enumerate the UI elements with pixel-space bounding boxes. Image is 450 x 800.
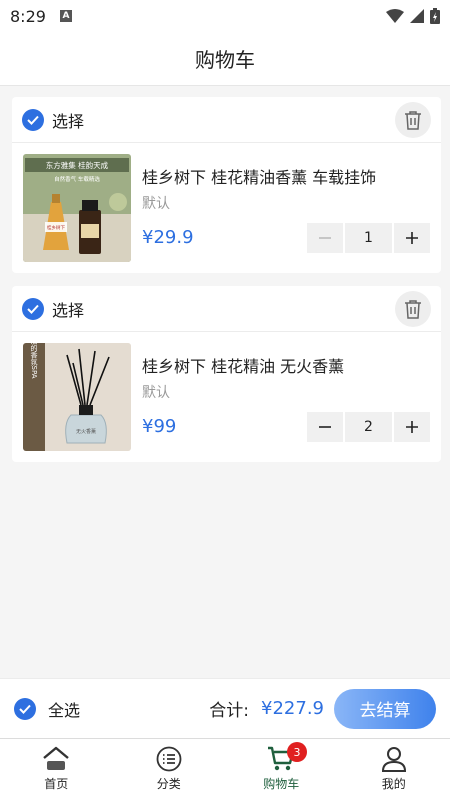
trash-icon	[405, 110, 421, 130]
tab-label: 购物车	[263, 777, 300, 791]
quantity-value[interactable]: 1	[345, 223, 392, 253]
select-checkbox[interactable]	[22, 297, 44, 320]
product-image-subcaption: 无火香薰	[76, 428, 96, 435]
minus-icon	[319, 426, 331, 428]
tab-label: 分类	[156, 777, 181, 791]
check-icon	[19, 704, 31, 714]
checkout-button[interactable]: 去结算	[334, 688, 436, 729]
select-all-checkbox[interactable]	[14, 697, 36, 720]
tab-label: 首页	[44, 777, 69, 791]
product-image[interactable]: 给生活的香氛SPA 无火香薰	[23, 343, 131, 451]
product-name[interactable]: 桂乡树下 桂花精油香薰 车载挂饰	[142, 164, 376, 188]
cart-shop-card: 选择 东方雅集 桂韵天成 自然香气 车载精选 桂乡树下 桂乡树下 桂花精油香薰 …	[12, 97, 441, 273]
quantity-stepper: 1	[307, 223, 430, 253]
tab-category[interactable]: 分类	[113, 739, 226, 800]
select-label: 选择	[52, 300, 85, 320]
product-spec: 默认	[142, 385, 170, 401]
product-image-caption: 给生活的香氛SPA	[30, 343, 38, 379]
cart-shop-card: 选择 给生活的香氛SPA 无火香薰 桂乡树下 桂花精油 无火香薰 默认 ¥99	[12, 286, 441, 462]
profile-icon	[381, 747, 406, 772]
delete-button[interactable]	[395, 101, 431, 138]
product-name[interactable]: 桂乡树下 桂花精油 无火香薰	[142, 353, 344, 377]
minus-icon	[319, 237, 331, 239]
total-value: ¥227.9	[261, 698, 324, 719]
trash-icon	[405, 299, 421, 319]
shop-header: 选择	[12, 97, 441, 143]
increase-button[interactable]	[394, 412, 430, 442]
wifi-icon	[386, 9, 404, 23]
signal-icon	[410, 9, 424, 23]
tab-home[interactable]: 首页	[0, 739, 113, 800]
page-header: 购物车	[0, 32, 450, 86]
quantity-stepper: 2	[307, 412, 430, 442]
select-checkbox[interactable]	[22, 108, 44, 131]
product-price: ¥99	[142, 416, 177, 437]
cart-item: 给生活的香氛SPA 无火香薰 桂乡树下 桂花精油 无火香薰 默认 ¥99 2	[12, 332, 441, 462]
notification-icon: A	[59, 10, 72, 22]
product-image[interactable]: 东方雅集 桂韵天成 自然香气 车载精选 桂乡树下	[23, 154, 131, 262]
select-all-label: 全选	[48, 700, 81, 720]
tab-cart[interactable]: 3 购物车	[225, 739, 338, 800]
product-spec: 默认	[142, 196, 170, 212]
cart-item: 东方雅集 桂韵天成 自然香气 车载精选 桂乡树下 桂乡树下 桂花精油香薰 车载挂…	[12, 143, 441, 273]
product-image-subcaption: 自然香气 车载精选	[54, 175, 100, 183]
plus-icon	[406, 421, 418, 433]
decrease-button[interactable]	[307, 412, 343, 442]
check-icon	[27, 115, 39, 125]
quantity-value[interactable]: 2	[345, 412, 392, 442]
category-icon	[156, 746, 182, 772]
product-price: ¥29.9	[142, 227, 194, 248]
product-image-label: 桂乡树下	[47, 224, 65, 231]
checkout-bar: 全选 合计: ¥227.9 去结算	[0, 678, 450, 738]
product-image-caption: 东方雅集 桂韵天成	[46, 160, 109, 170]
battery-icon	[430, 8, 440, 24]
status-bar: 8:29 A	[0, 0, 450, 32]
plus-icon	[406, 232, 418, 244]
tab-bar: 首页 分类 3 购物车 我的	[0, 738, 450, 800]
check-icon	[27, 304, 39, 314]
status-icons	[386, 8, 440, 24]
increase-button[interactable]	[394, 223, 430, 253]
delete-button[interactable]	[395, 290, 431, 327]
tab-label: 我的	[381, 777, 406, 791]
home-icon	[43, 746, 70, 770]
cart-badge: 3	[287, 742, 307, 762]
shop-header: 选择	[12, 286, 441, 332]
select-label: 选择	[52, 111, 85, 131]
decrease-button[interactable]	[307, 223, 343, 253]
tab-profile[interactable]: 我的	[338, 739, 450, 800]
total-label: 合计:	[209, 701, 250, 721]
status-time: 8:29	[10, 6, 46, 26]
page-title: 购物车	[195, 48, 255, 72]
